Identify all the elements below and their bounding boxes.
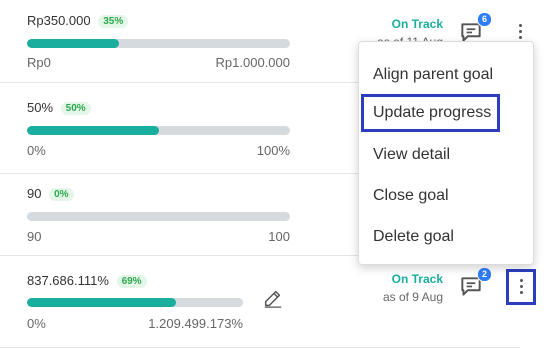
max-value: 1.209.499.173% [148, 316, 243, 331]
as-of-date: as of 9 Aug [382, 290, 443, 304]
goal-current-value: 50% 50% [27, 100, 91, 115]
progress-track [27, 212, 290, 221]
menu-item-close-goal[interactable]: Close goal [361, 177, 531, 215]
current-value-text: 90 [27, 186, 42, 201]
menu-item-update-progress[interactable]: Update progress [361, 94, 500, 132]
goal-current-value: Rp350.000 35% [27, 13, 129, 28]
min-value: 0% [27, 143, 46, 158]
comment-count-badge: 6 [477, 12, 492, 27]
percent-chip: 50% [60, 102, 91, 115]
min-value: Rp0 [27, 55, 51, 70]
goal-actions-menu: Align parent goal Update progress View d… [358, 41, 534, 265]
current-value-text: 50% [27, 100, 54, 115]
menu-item-delete-goal[interactable]: Delete goal [361, 218, 531, 256]
percent-chip: 0% [49, 188, 74, 201]
max-value: Rp1.000.000 [215, 55, 290, 70]
edit-progress-button[interactable] [262, 287, 284, 309]
status-label: On Track [391, 17, 443, 31]
progress-fill [27, 39, 120, 48]
max-value: 100 [268, 229, 290, 244]
pencil-icon [264, 290, 282, 308]
percent-chip: 69% [116, 275, 147, 288]
max-value: 100% [256, 143, 290, 158]
comment-button[interactable]: 2 [458, 267, 492, 304]
progress-track [27, 39, 290, 48]
progress-track [27, 126, 290, 135]
min-value: 90 [27, 229, 42, 244]
menu-item-align-parent-goal[interactable]: Align parent goal [361, 56, 531, 94]
goal-row: 837.686.111% 69% 0% 1.209.499.173% On Tr… [0, 256, 520, 348]
menu-item-view-detail[interactable]: View detail [361, 136, 531, 174]
goal-current-value: 837.686.111% 69% [27, 273, 147, 288]
goal-current-value: 90 0% [27, 186, 74, 201]
progress-fill [27, 126, 159, 135]
progress-track [27, 298, 243, 307]
status-label: On Track [391, 272, 443, 286]
progress-fill [27, 298, 177, 307]
min-value: 0% [27, 316, 46, 331]
current-value-text: Rp350.000 [27, 13, 91, 28]
percent-chip: 35% [98, 15, 129, 28]
more-options-button-highlight[interactable] [506, 269, 536, 305]
comment-count-badge: 2 [477, 267, 492, 282]
current-value-text: 837.686.111% [27, 273, 109, 288]
kebab-menu-icon [517, 279, 525, 299]
